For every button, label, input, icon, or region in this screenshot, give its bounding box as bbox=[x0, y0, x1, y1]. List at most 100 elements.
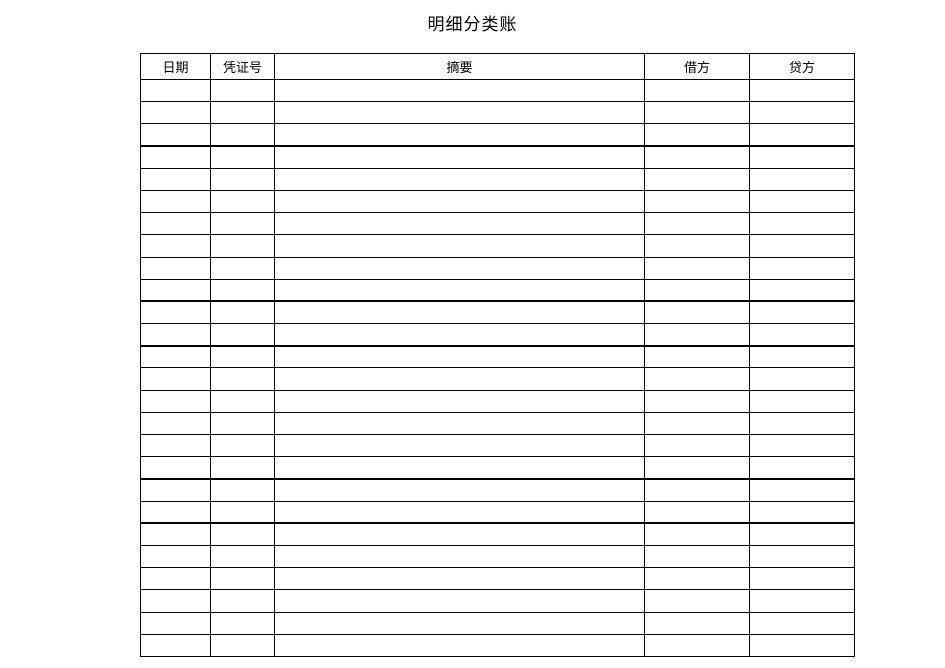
cell-credit bbox=[750, 324, 855, 346]
cell-date bbox=[141, 545, 211, 567]
cell-voucher bbox=[211, 501, 275, 523]
cell-debit bbox=[645, 102, 750, 124]
table-row bbox=[141, 590, 855, 612]
cell-debit bbox=[645, 324, 750, 346]
cell-summary bbox=[275, 501, 645, 523]
cell-summary bbox=[275, 523, 645, 545]
cell-debit bbox=[645, 124, 750, 146]
cell-date bbox=[141, 523, 211, 545]
cell-date bbox=[141, 457, 211, 479]
col-header-summary: 摘要 bbox=[275, 54, 645, 80]
cell-debit bbox=[645, 279, 750, 301]
cell-date bbox=[141, 612, 211, 634]
cell-date bbox=[141, 479, 211, 501]
cell-date bbox=[141, 568, 211, 590]
cell-credit bbox=[750, 634, 855, 656]
cell-credit bbox=[750, 412, 855, 434]
cell-date bbox=[141, 146, 211, 168]
cell-credit bbox=[750, 346, 855, 368]
cell-credit bbox=[750, 457, 855, 479]
table-row bbox=[141, 301, 855, 323]
ledger-table: 日期 凭证号 摘要 借方 贷方 bbox=[140, 53, 855, 657]
cell-credit bbox=[750, 368, 855, 390]
cell-debit bbox=[645, 390, 750, 412]
cell-date bbox=[141, 102, 211, 124]
cell-voucher bbox=[211, 80, 275, 102]
cell-voucher bbox=[211, 479, 275, 501]
cell-credit bbox=[750, 501, 855, 523]
cell-debit bbox=[645, 257, 750, 279]
cell-summary bbox=[275, 346, 645, 368]
table-row bbox=[141, 213, 855, 235]
cell-credit bbox=[750, 590, 855, 612]
table-row bbox=[141, 523, 855, 545]
table-row bbox=[141, 102, 855, 124]
cell-summary bbox=[275, 279, 645, 301]
table-row bbox=[141, 279, 855, 301]
table-row bbox=[141, 412, 855, 434]
cell-date bbox=[141, 124, 211, 146]
cell-date bbox=[141, 501, 211, 523]
cell-summary bbox=[275, 612, 645, 634]
cell-voucher bbox=[211, 523, 275, 545]
table-row bbox=[141, 435, 855, 457]
cell-debit bbox=[645, 501, 750, 523]
cell-credit bbox=[750, 80, 855, 102]
table-row bbox=[141, 612, 855, 634]
cell-credit bbox=[750, 545, 855, 567]
page-title: 明细分类账 bbox=[0, 0, 945, 53]
cell-credit bbox=[750, 435, 855, 457]
cell-voucher bbox=[211, 390, 275, 412]
cell-voucher bbox=[211, 568, 275, 590]
ledger-wrapper: 日期 凭证号 摘要 借方 贷方 bbox=[140, 53, 855, 657]
cell-credit bbox=[750, 102, 855, 124]
cell-voucher bbox=[211, 412, 275, 434]
cell-date bbox=[141, 590, 211, 612]
cell-voucher bbox=[211, 146, 275, 168]
cell-debit bbox=[645, 190, 750, 212]
cell-voucher bbox=[211, 324, 275, 346]
table-row bbox=[141, 235, 855, 257]
cell-summary bbox=[275, 412, 645, 434]
cell-summary bbox=[275, 545, 645, 567]
cell-debit bbox=[645, 523, 750, 545]
cell-date bbox=[141, 190, 211, 212]
cell-credit bbox=[750, 568, 855, 590]
cell-credit bbox=[750, 190, 855, 212]
table-row bbox=[141, 257, 855, 279]
cell-voucher bbox=[211, 368, 275, 390]
cell-credit bbox=[750, 235, 855, 257]
cell-debit bbox=[645, 412, 750, 434]
cell-date bbox=[141, 324, 211, 346]
cell-voucher bbox=[211, 634, 275, 656]
table-row bbox=[141, 479, 855, 501]
cell-voucher bbox=[211, 190, 275, 212]
table-row bbox=[141, 568, 855, 590]
cell-debit bbox=[645, 457, 750, 479]
cell-debit bbox=[645, 634, 750, 656]
cell-debit bbox=[645, 168, 750, 190]
col-header-credit: 贷方 bbox=[750, 54, 855, 80]
cell-voucher bbox=[211, 124, 275, 146]
cell-summary bbox=[275, 235, 645, 257]
cell-credit bbox=[750, 279, 855, 301]
cell-voucher bbox=[211, 346, 275, 368]
cell-summary bbox=[275, 457, 645, 479]
cell-credit bbox=[750, 124, 855, 146]
cell-voucher bbox=[211, 213, 275, 235]
table-row bbox=[141, 501, 855, 523]
cell-date bbox=[141, 235, 211, 257]
table-row bbox=[141, 124, 855, 146]
cell-credit bbox=[750, 146, 855, 168]
table-row bbox=[141, 545, 855, 567]
cell-credit bbox=[750, 523, 855, 545]
cell-summary bbox=[275, 301, 645, 323]
col-header-voucher: 凭证号 bbox=[211, 54, 275, 80]
cell-debit bbox=[645, 213, 750, 235]
cell-date bbox=[141, 301, 211, 323]
table-row bbox=[141, 80, 855, 102]
cell-debit bbox=[645, 235, 750, 257]
cell-debit bbox=[645, 368, 750, 390]
cell-voucher bbox=[211, 235, 275, 257]
table-row bbox=[141, 457, 855, 479]
